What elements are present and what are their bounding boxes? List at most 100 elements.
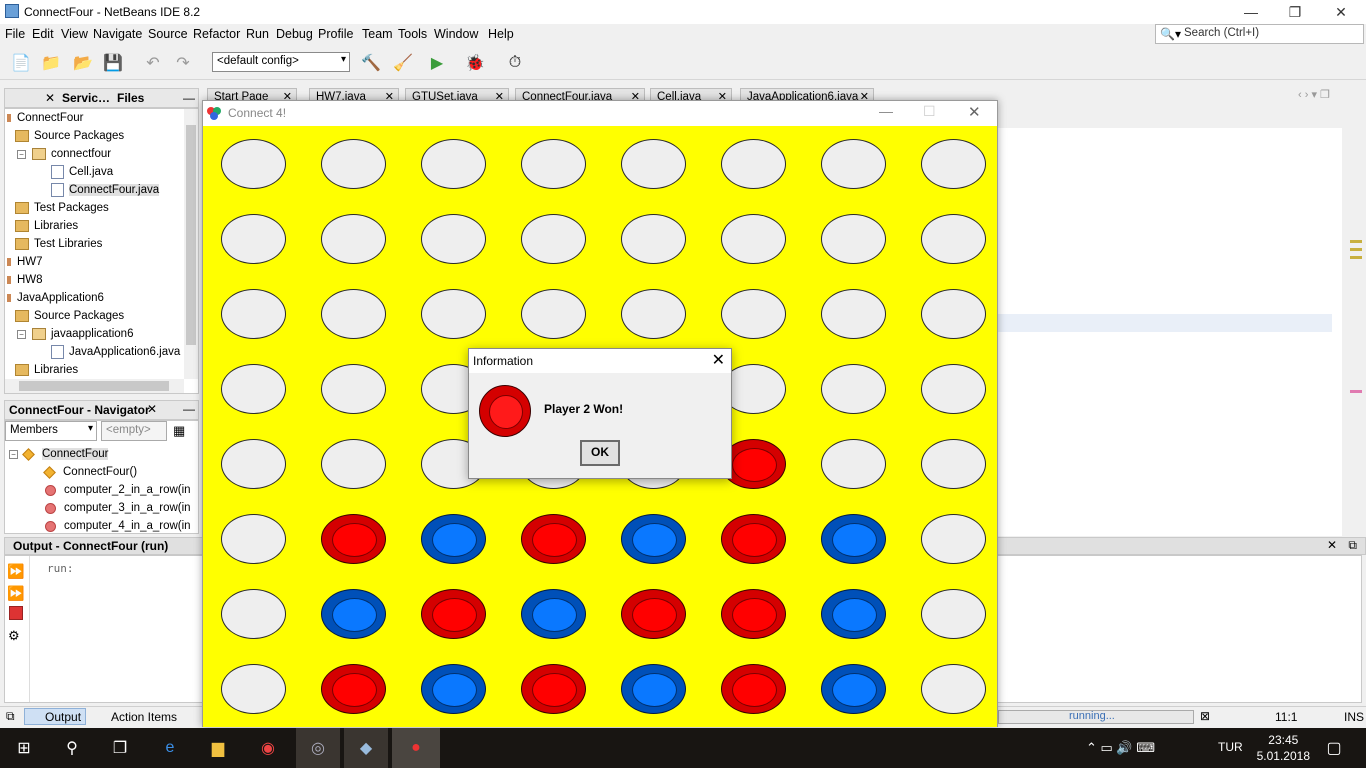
- collapse-icon[interactable]: −: [17, 329, 26, 339]
- redo-icon[interactable]: ↷: [172, 52, 194, 74]
- tree-item[interactable]: JavaApplication6: [7, 289, 104, 307]
- windows-start-icon[interactable]: ⊞: [12, 736, 36, 760]
- board-slot-empty[interactable]: [321, 289, 386, 339]
- board-slot-empty[interactable]: [321, 214, 386, 264]
- red-chip[interactable]: [521, 664, 586, 714]
- tree-item[interactable]: JavaApplication6.java: [51, 343, 180, 361]
- menu-refactor[interactable]: Refactor: [193, 27, 240, 41]
- menu-source[interactable]: Source: [148, 27, 188, 41]
- minimize-panel-icon[interactable]: —: [183, 91, 195, 105]
- blue-chip[interactable]: [621, 664, 686, 714]
- board-slot-empty[interactable]: [221, 364, 286, 414]
- tree-item[interactable]: Libraries: [15, 217, 78, 235]
- rerun-icon[interactable]: ⏩ ⏩: [7, 560, 27, 604]
- menu-edit[interactable]: Edit: [32, 27, 54, 41]
- board-slot-empty[interactable]: [921, 514, 986, 564]
- board-slot-empty[interactable]: [421, 214, 486, 264]
- search-input[interactable]: 🔍▾ Search (Ctrl+I): [1155, 24, 1364, 44]
- blue-chip[interactable]: [821, 664, 886, 714]
- board-slot-empty[interactable]: [921, 664, 986, 714]
- menu-team[interactable]: Team: [362, 27, 393, 41]
- close-icon[interactable]: ✕: [1327, 538, 1337, 552]
- tree-item[interactable]: HW8: [7, 271, 43, 289]
- close-button[interactable]: ✕: [968, 103, 981, 121]
- restore-window-icon[interactable]: ⧉: [6, 709, 15, 724]
- blue-chip[interactable]: [421, 664, 486, 714]
- blue-chip[interactable]: [621, 514, 686, 564]
- scrollbar-thumb[interactable]: [186, 125, 196, 345]
- menu-help[interactable]: Help: [488, 27, 514, 41]
- language-indicator[interactable]: TUR: [1218, 740, 1243, 754]
- menu-view[interactable]: View: [61, 27, 88, 41]
- clean-build-icon[interactable]: 🧹: [392, 52, 414, 74]
- action-items-tab[interactable]: Action Items: [111, 710, 177, 724]
- vertical-scrollbar[interactable]: [184, 109, 198, 379]
- cancel-task-icon[interactable]: ⊠: [1200, 709, 1210, 723]
- config-select[interactable]: <default config> ▾: [212, 52, 350, 72]
- board-slot-empty[interactable]: [621, 289, 686, 339]
- navigator-item[interactable]: − ConnectFour: [9, 445, 109, 463]
- filter-select[interactable]: <empty>: [101, 421, 167, 441]
- red-chip[interactable]: [721, 514, 786, 564]
- collapse-icon[interactable]: −: [17, 149, 26, 159]
- board-slot-empty[interactable]: [921, 589, 986, 639]
- board-slot-empty[interactable]: [821, 214, 886, 264]
- filter-options-icon[interactable]: ▦: [173, 423, 185, 439]
- open-project-icon[interactable]: 📂: [72, 52, 94, 74]
- board-slot-empty[interactable]: [221, 289, 286, 339]
- board-slot-empty[interactable]: [821, 439, 886, 489]
- new-file-icon[interactable]: 📄: [10, 52, 32, 74]
- board-slot-empty[interactable]: [321, 364, 386, 414]
- code-editor[interactable]: [996, 128, 1342, 536]
- navigator-item[interactable]: computer_3_in_a_row(in: [45, 499, 191, 517]
- edge-icon[interactable]: e: [158, 736, 182, 760]
- menu-debug[interactable]: Debug: [276, 27, 313, 41]
- navigator-item[interactable]: computer_2_in_a_row(in: [45, 481, 191, 499]
- red-chip[interactable]: [621, 589, 686, 639]
- minimize-button[interactable]: —: [879, 103, 893, 119]
- tree-item[interactable]: ConnectFour.java: [51, 181, 160, 199]
- board-slot-empty[interactable]: [621, 214, 686, 264]
- board-slot-empty[interactable]: [221, 139, 286, 189]
- close-button[interactable]: ✕: [1318, 0, 1364, 24]
- board-slot-empty[interactable]: [521, 214, 586, 264]
- output-tab[interactable]: Output: [24, 708, 86, 725]
- taskbar-item-active[interactable]: ●: [392, 728, 440, 768]
- navigator-item[interactable]: computer_4_in_a_row(in: [45, 517, 191, 533]
- board-slot-empty[interactable]: [521, 139, 586, 189]
- undo-icon[interactable]: ↶: [142, 52, 164, 74]
- menu-tools[interactable]: Tools: [398, 27, 427, 41]
- tab-services[interactable]: Servic…: [62, 91, 110, 105]
- red-chip[interactable]: [421, 589, 486, 639]
- board-slot-empty[interactable]: [221, 664, 286, 714]
- restore-icon[interactable]: ⧉: [1348, 538, 1357, 553]
- chrome-icon[interactable]: ◉: [256, 736, 280, 760]
- board-slot-empty[interactable]: [421, 289, 486, 339]
- board-slot-empty[interactable]: [921, 214, 986, 264]
- save-all-icon[interactable]: 💾: [102, 52, 124, 74]
- red-chip[interactable]: [321, 664, 386, 714]
- search-icon[interactable]: ⚲: [60, 736, 84, 760]
- minimize-panel-icon[interactable]: —: [183, 402, 195, 416]
- menu-window[interactable]: Window: [434, 27, 478, 41]
- taskbar-item-active[interactable]: ◆: [344, 728, 388, 768]
- board-slot-empty[interactable]: [821, 139, 886, 189]
- restore-button[interactable]: ❐: [1272, 0, 1318, 24]
- menu-navigate[interactable]: Navigate: [93, 27, 142, 41]
- settings-icon[interactable]: ⚙: [8, 628, 20, 644]
- system-clock[interactable]: 23:45 5.01.2018: [1257, 732, 1310, 764]
- board-slot-empty[interactable]: [921, 139, 986, 189]
- tree-item[interactable]: HW7: [7, 253, 43, 271]
- board-slot-empty[interactable]: [621, 139, 686, 189]
- taskbar-item-active[interactable]: ◎: [296, 728, 340, 768]
- board-slot-empty[interactable]: [221, 589, 286, 639]
- board-slot-empty[interactable]: [421, 139, 486, 189]
- board-slot-empty[interactable]: [921, 289, 986, 339]
- board-slot-empty[interactable]: [321, 439, 386, 489]
- tree-item[interactable]: Cell.java: [51, 163, 113, 181]
- collapse-icon[interactable]: −: [9, 449, 18, 459]
- tab-navigation-icons[interactable]: ‹ › ▾ ❐: [1298, 88, 1330, 101]
- maximize-button[interactable]: ☐: [923, 103, 936, 120]
- tree-item[interactable]: Source Packages: [15, 307, 124, 325]
- blue-chip[interactable]: [821, 589, 886, 639]
